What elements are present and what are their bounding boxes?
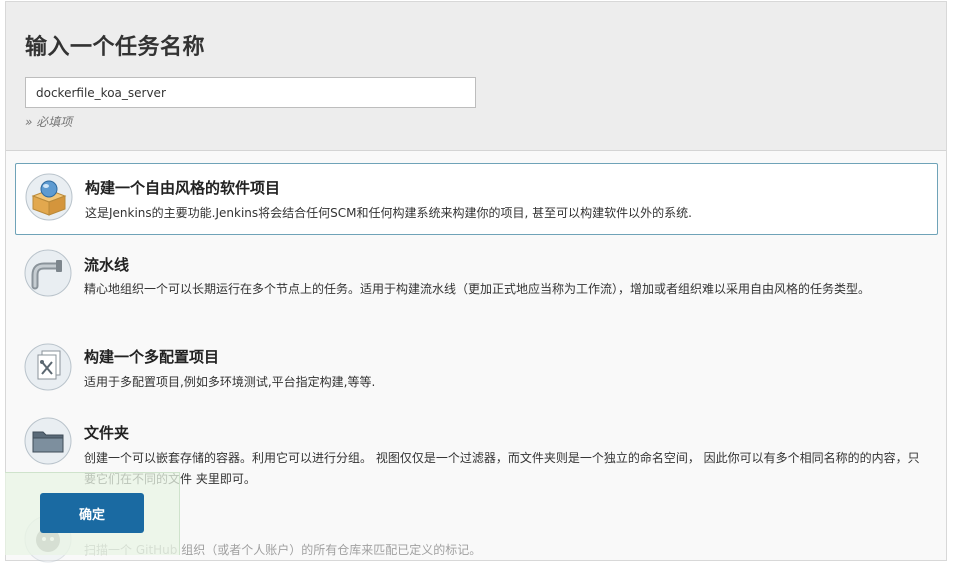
pipeline-icon [23, 248, 73, 298]
footer-bar: 确定 [5, 472, 180, 555]
item-name-input[interactable] [25, 77, 476, 108]
item-title: 文件夹 [84, 424, 130, 442]
required-hint: » 必填项 [25, 115, 73, 129]
ok-button[interactable]: 确定 [40, 493, 144, 533]
item-description: 精心地组织一个可以长期运行在多个节点上的任务。适用于构建流水线（更加正式地应当称… [84, 282, 871, 296]
item-type-freestyle[interactable]: 构建一个自由风格的软件项目 这是Jenkins的主要功能.Jenkins将会结合… [15, 163, 938, 235]
item-type-multi-config[interactable]: 构建一个多配置项目 适用于多配置项目,例如多环境测试,平台指定构建,等等. [15, 338, 938, 402]
item-title: 构建一个自由风格的软件项目 [85, 179, 281, 197]
item-title: 流水线 [84, 256, 130, 274]
item-description: 创建一个可以嵌套存储的容器。利用它可以进行分组。 视图仅仅是一个过滤器，而文件夹… [84, 451, 920, 486]
folder-icon [23, 416, 73, 466]
multi-config-icon [23, 342, 73, 392]
item-type-pipeline[interactable]: 流水线 精心地组织一个可以长期运行在多个节点上的任务。适用于构建流水线（更加正式… [15, 246, 938, 326]
freestyle-box-icon [24, 172, 74, 222]
item-title: 构建一个多配置项目 [84, 348, 220, 366]
item-name-section: 输入一个任务名称 » 必填项 [6, 2, 946, 151]
item-description: 扫描一个 GitHub 组织（或者个人账户）的所有仓库来匹配已定义的标记。 [84, 543, 482, 557]
item-description: 适用于多配置项目,例如多环境测试,平台指定构建,等等. [84, 375, 376, 389]
item-description: 这是Jenkins的主要功能.Jenkins将会结合任何SCM和任何构建系统来构… [85, 206, 692, 220]
page-title: 输入一个任务名称 [25, 35, 206, 60]
